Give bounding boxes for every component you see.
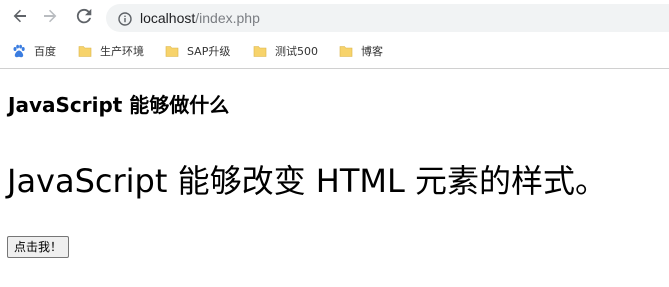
bookmark-production[interactable]: 生产环境	[78, 41, 144, 61]
bookmark-label: 生产环境	[100, 45, 144, 58]
folder-icon	[339, 44, 353, 58]
arrow-left-icon	[12, 8, 28, 28]
bookmark-test500[interactable]: 测试500	[253, 41, 318, 61]
bookmark-label: 百度	[34, 45, 56, 58]
paw-icon	[12, 44, 26, 58]
folder-icon	[78, 44, 92, 58]
forward-button[interactable]	[38, 6, 62, 30]
bookmark-label: 博客	[361, 45, 383, 58]
reload-icon	[76, 8, 92, 28]
bookmark-baidu[interactable]: 百度	[12, 41, 56, 61]
demo-paragraph: JavaScript 能够改变 HTML 元素的样式。	[7, 162, 607, 200]
reload-button[interactable]	[72, 6, 96, 30]
url-path: /index.php	[195, 10, 260, 26]
info-icon[interactable]	[118, 11, 132, 26]
bookmark-label: SAP升级	[187, 45, 231, 58]
url-text[interactable]: localhost/index.php	[140, 9, 260, 27]
address-bar[interactable]: localhost/index.php	[106, 4, 669, 32]
browser-chrome: localhost/index.php 百度 生产环境 SAP升级 测试500 …	[0, 0, 669, 69]
url-host: localhost	[140, 10, 196, 26]
bookmark-sap-upgrade[interactable]: SAP升级	[165, 41, 230, 61]
folder-icon	[165, 44, 179, 58]
page-heading: JavaScript 能够做什么	[8, 93, 230, 117]
bookmark-blog[interactable]: 博客	[339, 41, 383, 61]
page-content: JavaScript 能够做什么 JavaScript 能够改变 HTML 元素…	[0, 69, 669, 287]
click-me-button[interactable]: 点击我！	[7, 236, 70, 258]
folder-icon	[253, 44, 267, 58]
arrow-right-icon	[42, 8, 58, 28]
back-button[interactable]	[8, 6, 32, 30]
browser-toolbar: localhost/index.php	[0, 0, 669, 36]
bookmark-label: 测试500	[275, 45, 318, 58]
bookmarks-bar: 百度 生产环境 SAP升级 测试500 博客	[0, 38, 669, 64]
